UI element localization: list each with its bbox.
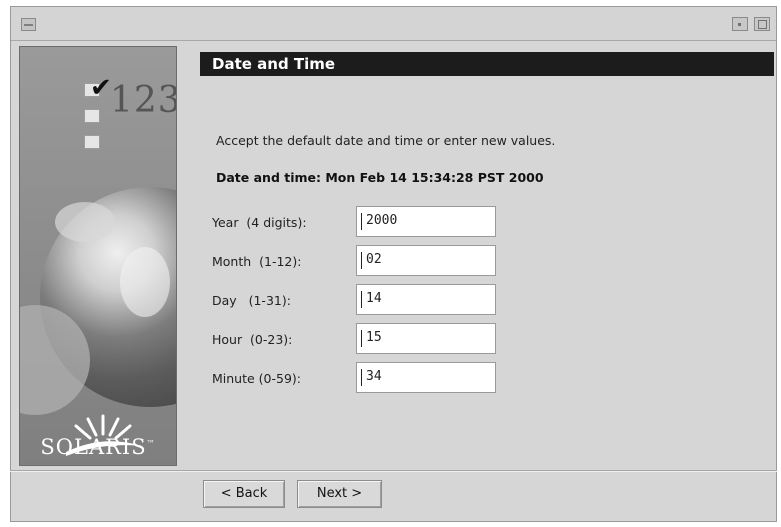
current-datetime: Date and time: Mon Feb 14 15:34:28 PST 2…: [216, 170, 544, 185]
logo-word: SOLARIS: [40, 435, 147, 459]
day-input[interactable]: 14: [356, 284, 496, 315]
back-button[interactable]: < Back: [203, 480, 285, 508]
title-bar: [11, 7, 776, 41]
checkmark-icon: ✔: [90, 73, 112, 103]
month-value: 02: [366, 252, 382, 267]
text-caret: [361, 330, 362, 347]
badge-number: 123: [110, 80, 177, 121]
globe-cloud: [120, 247, 170, 317]
minimize-icon[interactable]: [732, 17, 748, 31]
section-header: Date and Time: [200, 52, 774, 76]
hour-input[interactable]: 15: [356, 323, 496, 354]
month-input[interactable]: 02: [356, 245, 496, 276]
year-label: Year (4 digits):: [212, 215, 307, 230]
text-caret: [361, 252, 362, 269]
hour-row: Hour (0-23): 15: [212, 323, 502, 357]
solaris-brand-panel: ✔ 123 SOLARIS™: [19, 46, 177, 466]
year-value: 2000: [366, 213, 398, 228]
day-value: 14: [366, 291, 382, 306]
month-row: Month (1-12): 02: [212, 245, 502, 279]
minute-label: Minute (0-59):: [212, 371, 302, 386]
footer-divider: [10, 470, 777, 472]
day-label: Day (1-31):: [212, 293, 291, 308]
maximize-icon[interactable]: [754, 17, 770, 31]
solaris-logo-text: SOLARIS™: [20, 435, 176, 459]
globe-cloud: [55, 202, 115, 242]
text-caret: [361, 291, 362, 308]
minute-value: 34: [366, 369, 382, 384]
instruction-text: Accept the default date and time or ente…: [216, 133, 556, 148]
year-input[interactable]: 2000: [356, 206, 496, 237]
month-label: Month (1-12):: [212, 254, 302, 269]
text-caret: [361, 213, 362, 230]
window-menu-icon[interactable]: [21, 18, 36, 31]
hour-value: 15: [366, 330, 382, 345]
day-row: Day (1-31): 14: [212, 284, 502, 318]
checkbox-icon: [84, 109, 100, 123]
page-title: Date and Time: [212, 55, 336, 73]
trademark-symbol: ™: [146, 439, 156, 448]
text-caret: [361, 369, 362, 386]
hour-label: Hour (0-23):: [212, 332, 293, 347]
year-row: Year (4 digits): 2000: [212, 206, 502, 240]
minute-row: Minute (0-59): 34: [212, 362, 502, 396]
checkbox-icon: [84, 135, 100, 149]
minute-input[interactable]: 34: [356, 362, 496, 393]
next-button[interactable]: Next >: [297, 480, 382, 508]
